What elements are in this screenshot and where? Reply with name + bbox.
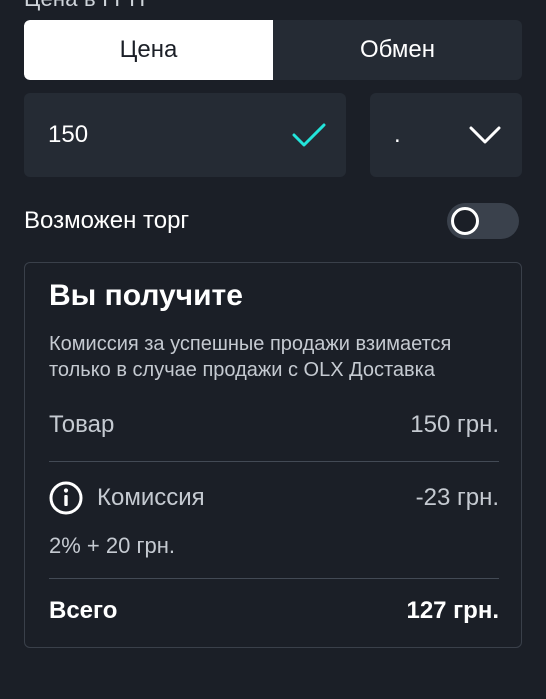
commission-label: Комиссия <box>97 484 205 511</box>
total-row: Всего 127 грн. <box>49 597 499 625</box>
commission-value: -23 грн. <box>415 484 499 511</box>
price-value[interactable]: 150 <box>48 121 292 149</box>
total-value: 127 грн. <box>406 597 499 624</box>
item-label: Товар <box>49 411 115 438</box>
currency-value: . <box>394 121 401 148</box>
tab-exchange[interactable]: Обмен <box>273 20 522 80</box>
earnings-summary-card: Вы получите Комиссия за успешные продажи… <box>24 262 522 648</box>
price-screen: Цена в ГРН Цена Обмен 150 . Возможен тор… <box>0 0 546 699</box>
check-icon <box>292 118 326 152</box>
commission-note: Комиссия за успешные продажи взимается т… <box>49 333 452 381</box>
commission-formula: 2% + 20 грн. <box>49 533 175 558</box>
section-label: Цена в ГРН <box>24 0 145 12</box>
toggle-knob <box>451 207 479 235</box>
bargain-label: Возможен торг <box>24 207 190 234</box>
divider <box>49 578 499 579</box>
divider <box>49 461 499 462</box>
price-input[interactable]: 150 <box>24 93 346 177</box>
chevron-down-icon <box>468 118 502 152</box>
tab-price[interactable]: Цена <box>24 20 273 80</box>
summary-title: Вы получите <box>49 279 243 312</box>
info-icon[interactable] <box>49 481 83 515</box>
bargain-row: Возможен торг <box>24 200 522 242</box>
price-type-switch: Цена Обмен <box>24 20 522 80</box>
total-label: Всего <box>49 597 118 624</box>
currency-select[interactable]: . <box>370 93 522 177</box>
commission-row: Комиссия -23 грн. <box>49 481 499 515</box>
bargain-toggle[interactable] <box>447 203 519 239</box>
item-row: Товар 150 грн. <box>49 411 499 439</box>
item-value: 150 грн. <box>410 411 499 438</box>
